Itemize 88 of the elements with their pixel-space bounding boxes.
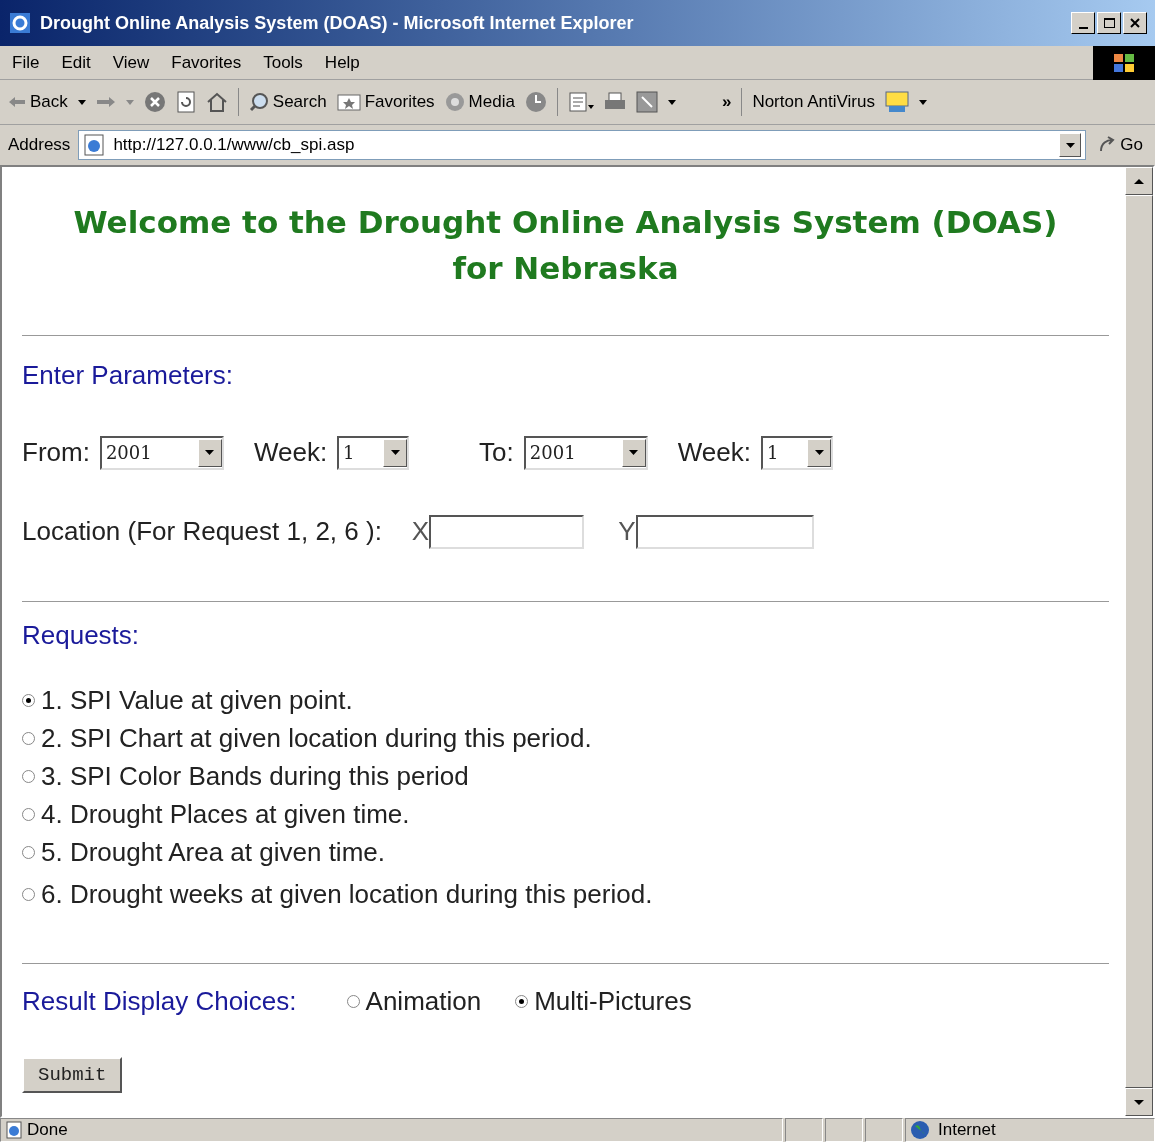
page-icon xyxy=(83,134,106,156)
refresh-icon[interactable] xyxy=(175,91,196,113)
search-icon xyxy=(248,92,269,112)
select-field[interactable]: 1 xyxy=(761,435,833,470)
location-label: Location (For Request 1, 2, 6 ): xyxy=(22,515,382,548)
menu-item[interactable]: Favorites xyxy=(171,49,242,76)
history-icon[interactable] xyxy=(524,91,547,113)
menu-item[interactable]: Help xyxy=(324,49,360,76)
select-field[interactable]: 2001 xyxy=(523,435,648,470)
display-option-label: Animation xyxy=(365,985,482,1018)
minimize-button[interactable] xyxy=(1071,12,1095,34)
menu-item[interactable]: Edit xyxy=(61,49,91,76)
maximize-button[interactable] xyxy=(1097,12,1121,34)
print-icon[interactable] xyxy=(603,92,626,112)
radio-button[interactable] xyxy=(22,845,35,859)
zone-text: Internet xyxy=(938,1119,996,1142)
edit-icon[interactable] xyxy=(635,91,658,113)
favorites-button[interactable]: Favorites xyxy=(336,89,435,115)
caret-icon[interactable] xyxy=(77,99,86,105)
caret-icon xyxy=(205,450,215,455)
scroll-down-button[interactable] xyxy=(1125,1088,1153,1116)
status-text: Done xyxy=(27,1119,68,1142)
caret-icon[interactable] xyxy=(667,99,676,105)
radio-button[interactable] xyxy=(346,995,360,1008)
menu-item[interactable]: File xyxy=(12,49,40,76)
select-field[interactable]: 2001 xyxy=(99,435,224,470)
y-input-field[interactable] xyxy=(635,514,814,549)
address-label: Address xyxy=(8,134,71,157)
caret-icon xyxy=(629,450,639,455)
page-heading: Welcome to the Drought Online Analysis System (DOAS) xyxy=(73,203,1058,242)
media-button[interactable]: Media xyxy=(444,89,515,115)
close-button[interactable] xyxy=(1123,12,1147,34)
mail-icon[interactable] xyxy=(567,91,594,113)
display-option-label: Multi-Pictures xyxy=(534,985,692,1018)
caret-icon xyxy=(814,450,824,455)
field-label: To: xyxy=(479,436,514,469)
menu-item[interactable]: View xyxy=(112,49,150,76)
globe-icon xyxy=(910,1120,930,1140)
browser-icon xyxy=(8,11,32,35)
search-button[interactable]: Search xyxy=(248,89,327,115)
select-field[interactable]: 1 xyxy=(337,435,410,470)
star-folder-icon xyxy=(336,93,361,111)
caret-icon xyxy=(1065,142,1075,148)
request-option-label: 1. SPI Value at given point. xyxy=(41,684,353,717)
caret-icon[interactable] xyxy=(918,99,927,105)
request-option-label: 3. SPI Color Bands during this period xyxy=(41,760,469,793)
scroll-up-button[interactable] xyxy=(1125,167,1153,195)
page-icon xyxy=(5,1121,23,1139)
home-icon[interactable] xyxy=(205,92,228,112)
norton-antivirus-label[interactable]: Norton AntiVirus xyxy=(752,89,875,115)
menu-item[interactable]: Tools xyxy=(263,49,303,76)
go-button[interactable]: Go xyxy=(1094,132,1147,158)
section-title: Enter Parameters: xyxy=(22,359,234,392)
radio-button[interactable] xyxy=(22,887,35,901)
disc-icon xyxy=(444,92,465,112)
windows-flag-icon xyxy=(1113,52,1135,73)
radio-button[interactable] xyxy=(22,731,35,745)
field-label: Week: xyxy=(677,436,751,469)
field-label: Week: xyxy=(253,436,328,469)
norton-icon[interactable] xyxy=(884,91,909,113)
window-title: Drought Online Analysis System (DOAS) - Microsoft Internet Explorer xyxy=(40,11,634,35)
x-label: X xyxy=(411,515,430,548)
field-label: From: xyxy=(22,436,90,469)
stop-icon[interactable] xyxy=(143,91,166,113)
address-field[interactable]: http://127.0.0.1/www/cb_spi.asp xyxy=(78,130,1087,160)
back-arrow-icon xyxy=(8,96,26,108)
go-arrow-icon xyxy=(1098,136,1117,154)
y-label: Y xyxy=(618,515,636,548)
request-option-label: 4. Drought Places at given time. xyxy=(41,798,410,831)
x-input-field[interactable] xyxy=(429,514,585,549)
caret-icon xyxy=(390,450,400,455)
close-icon xyxy=(1130,18,1140,28)
request-option-label: 2. SPI Chart at given location during this period. xyxy=(41,722,592,755)
back-button[interactable]: Back xyxy=(8,89,68,115)
up-arrow-icon xyxy=(1134,178,1144,184)
radio-button[interactable] xyxy=(515,995,529,1008)
submit-button[interactable]: Submit xyxy=(22,1057,123,1093)
section-title: Result Display Choices: xyxy=(22,985,297,1018)
down-arrow-icon xyxy=(1134,1099,1144,1105)
radio-button[interactable] xyxy=(22,807,35,821)
dropdown-button[interactable] xyxy=(1059,133,1082,157)
page-heading: for Nebraska xyxy=(452,249,679,288)
more-chevron[interactable]: » xyxy=(721,89,732,115)
radio-button[interactable] xyxy=(22,693,35,707)
radio-button[interactable] xyxy=(22,769,35,783)
section-title: Requests: xyxy=(22,619,141,652)
request-option-label: 6. Drought weeks at given location during this period. xyxy=(41,878,653,911)
request-option-label: 5. Drought Area at given time. xyxy=(41,836,385,869)
